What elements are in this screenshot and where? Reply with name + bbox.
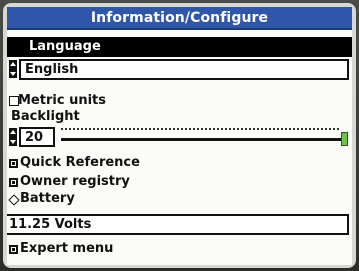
- backlight-value-field[interactable]: 20: [19, 127, 55, 147]
- metric-units-label: Metric units: [18, 93, 106, 108]
- screen: Information/Configure Language English M…: [7, 7, 352, 265]
- owner-registry-item[interactable]: Owner registry: [20, 174, 130, 190]
- language-header-label: Language: [29, 39, 101, 54]
- title-bar: Information/Configure: [7, 7, 352, 30]
- backlight-slider-thumb[interactable]: [341, 132, 348, 146]
- submenu-icon: [9, 245, 18, 254]
- battery-value-field: 11.25 Volts: [7, 214, 349, 235]
- backlight-value: 20: [25, 130, 44, 145]
- backlight-slider-track[interactable]: [61, 138, 341, 141]
- language-header[interactable]: Language: [7, 37, 352, 57]
- backlight-updown-icon[interactable]: [9, 128, 17, 146]
- updown-arrows-icon[interactable]: [9, 60, 17, 78]
- quick-reference-item[interactable]: Quick Reference: [20, 155, 140, 171]
- backlight-slider-ticks: [61, 128, 339, 132]
- backlight-label: Backlight: [11, 109, 80, 124]
- submenu-icon: [9, 159, 18, 168]
- expert-menu-item[interactable]: Expert menu: [20, 241, 113, 257]
- info-diamond-icon: [8, 194, 20, 206]
- submenu-icon: [9, 178, 18, 187]
- battery-value: 11.25 Volts: [9, 217, 92, 232]
- battery-label: Battery: [20, 191, 75, 206]
- language-select[interactable]: English: [19, 59, 349, 80]
- language-value: English: [25, 62, 79, 77]
- window-title: Information/Configure: [90, 10, 269, 26]
